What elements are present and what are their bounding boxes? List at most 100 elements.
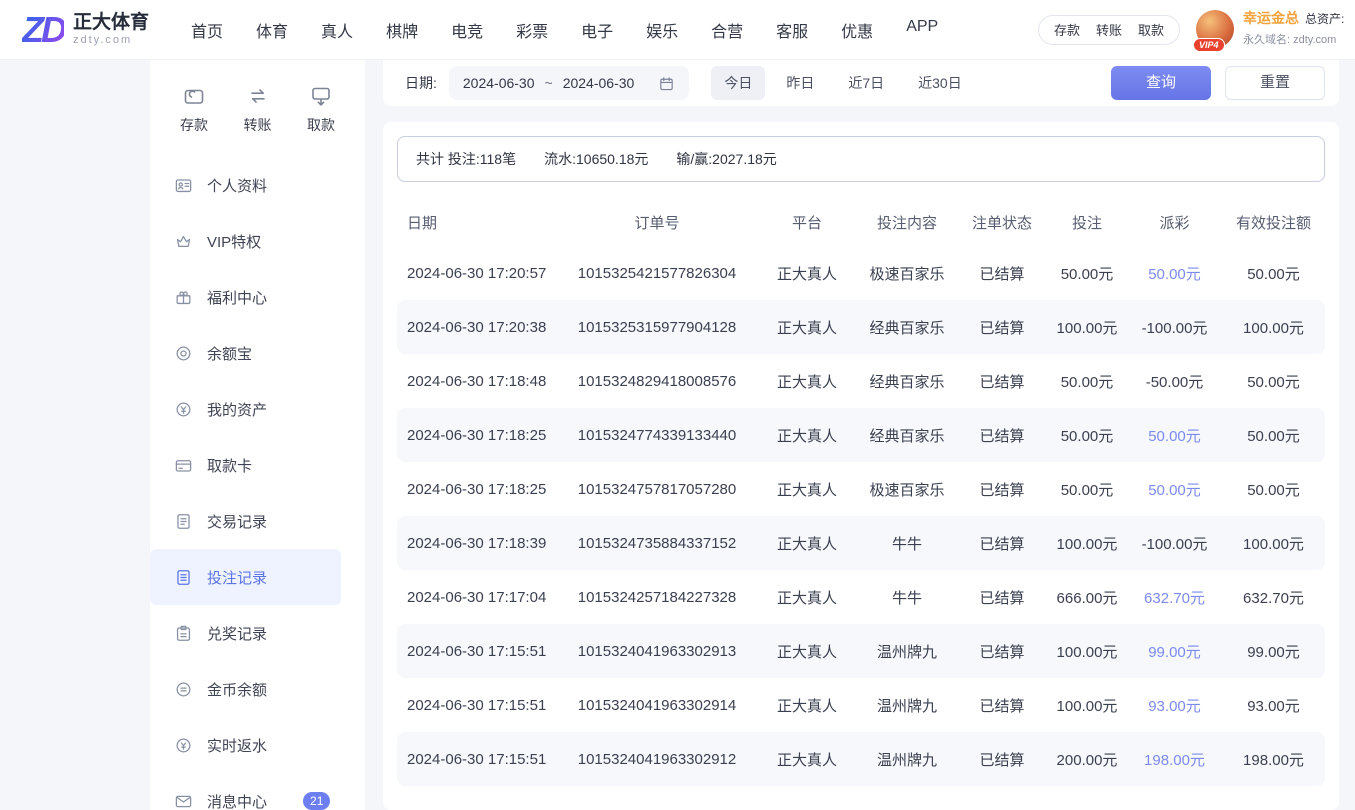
range-today[interactable]: 今日: [711, 66, 765, 100]
table-row: 2024-06-30 17:18:481015324829418008576正大…: [397, 354, 1325, 408]
deposit-button[interactable]: 存款: [1054, 20, 1080, 39]
cell-order: 1015324041963302913: [557, 643, 757, 660]
cell-platform: 正大真人: [757, 533, 857, 554]
sidebar-quick-label: 转账: [244, 115, 272, 135]
cell-order: 1015325315977904128: [557, 319, 757, 336]
cell-status: 已结算: [957, 695, 1047, 716]
cell-bet: 50.00元: [1047, 425, 1127, 446]
table-row: 2024-06-30 17:15:511015324041963302912正大…: [397, 732, 1325, 786]
avatar[interactable]: VIP4: [1196, 10, 1234, 48]
main-nav: 首页 体育 真人 棋牌 电竞 彩票 电子 娱乐 合营 客服 优惠 APP: [191, 18, 938, 42]
sidebar-item-label: 福利中心: [207, 287, 267, 308]
table-row: 2024-06-30 17:18:391015324735884337152正大…: [397, 516, 1325, 570]
brand-logo[interactable]: ZD 正大体育 zdty.com: [22, 9, 149, 51]
cell-status: 已结算: [957, 479, 1047, 500]
column-header: 投注内容: [857, 212, 957, 233]
rebate-icon: [174, 736, 193, 755]
cell-platform: 正大真人: [757, 425, 857, 446]
balance-icon: [174, 344, 193, 363]
transfer-icon: [246, 84, 270, 108]
calendar-icon[interactable]: [658, 75, 675, 92]
cell-date: 2024-06-30 17:18:48: [397, 373, 557, 390]
nav-item-sports[interactable]: 体育: [256, 18, 288, 42]
sidebar-item-welfare[interactable]: 福利中心: [150, 269, 341, 325]
sidebar-item-transactions[interactable]: 交易记录: [150, 493, 341, 549]
sidebar-item-label: 金币余额: [207, 679, 267, 700]
sidebar-item-rebate[interactable]: 实时返水: [150, 717, 341, 773]
transfer-button[interactable]: 转账: [1096, 20, 1122, 39]
user-profile[interactable]: VIP4 幸运金总 总资产: 永久域名: zdty.com: [1196, 9, 1355, 49]
range-last30[interactable]: 近30日: [905, 66, 975, 100]
sidebar-item-messages[interactable]: 消息中心21: [150, 773, 341, 810]
table-header: 日期订单号平台投注内容注单状态投注派彩有效投注额: [397, 198, 1325, 246]
cell-content: 经典百家乐: [857, 371, 957, 392]
sidebar-item-label: 实时返水: [207, 735, 267, 756]
column-header: 有效投注额: [1222, 212, 1325, 233]
withdraw-button[interactable]: 取款: [1138, 20, 1164, 39]
cell-platform: 正大真人: [757, 587, 857, 608]
date-to: 2024-06-30: [563, 75, 635, 91]
cell-valid-bet: 50.00元: [1222, 371, 1325, 392]
cell-valid-bet: 93.00元: [1222, 695, 1325, 716]
cell-order: 1015324735884337152: [557, 535, 757, 552]
nav-item-chess[interactable]: 棋牌: [386, 18, 418, 42]
sidebar-quick-deposit[interactable]: 存款: [180, 84, 208, 135]
cell-platform: 正大真人: [757, 479, 857, 500]
nav-item-entertainment[interactable]: 娱乐: [646, 18, 678, 42]
sidebar-item-profile[interactable]: 个人资料: [150, 157, 341, 213]
nav-item-live[interactable]: 真人: [321, 18, 353, 42]
date-label: 日期:: [405, 73, 437, 93]
table-row: 2024-06-30 17:15:511015324041963302913正大…: [397, 624, 1325, 678]
cell-content: 经典百家乐: [857, 425, 957, 446]
nav-item-lottery[interactable]: 彩票: [516, 18, 548, 42]
sidebar-quick-withdraw[interactable]: 取款: [307, 84, 335, 135]
nav-item-esports[interactable]: 电竞: [451, 18, 483, 42]
date-range-picker[interactable]: 2024-06-30 ~ 2024-06-30: [449, 66, 689, 100]
cell-bet: 200.00元: [1047, 749, 1127, 770]
cell-order: 1015324757817057280: [557, 481, 757, 498]
cell-content: 牛牛: [857, 533, 957, 554]
sidebar-item-withdraw-card[interactable]: 取款卡: [150, 437, 341, 493]
cell-bet: 50.00元: [1047, 371, 1127, 392]
nav-item-slots[interactable]: 电子: [581, 18, 613, 42]
sidebar-quick-transfer[interactable]: 转账: [244, 84, 272, 135]
sidebar-item-label: VIP特权: [207, 231, 261, 252]
cell-content: 极速百家乐: [857, 479, 957, 500]
cell-content: 极速百家乐: [857, 263, 957, 284]
cell-status: 已结算: [957, 587, 1047, 608]
sidebar-item-coin-balance[interactable]: 金币余额: [150, 661, 341, 717]
message-icon: [174, 792, 193, 810]
cell-date: 2024-06-30 17:18:25: [397, 427, 557, 444]
column-header: 注单状态: [957, 212, 1047, 233]
cell-platform: 正大真人: [757, 695, 857, 716]
redeem-icon: [174, 624, 193, 643]
card-icon: [174, 456, 193, 475]
query-button[interactable]: 查询: [1111, 66, 1211, 100]
sidebar-quick-label: 存款: [180, 115, 208, 135]
reset-button[interactable]: 重置: [1225, 66, 1325, 100]
nav-item-service[interactable]: 客服: [776, 18, 808, 42]
range-last7[interactable]: 近7日: [835, 66, 897, 100]
nav-item-promo[interactable]: 优惠: [841, 18, 873, 42]
user-name: 幸运金总: [1243, 9, 1299, 28]
nav-item-partner[interactable]: 合营: [711, 18, 743, 42]
sidebar-item-balance-treasure[interactable]: 余额宝: [150, 325, 341, 381]
nav-item-app[interactable]: APP: [906, 18, 938, 42]
sidebar-item-redeem-records[interactable]: 兑奖记录: [150, 605, 341, 661]
cell-status: 已结算: [957, 425, 1047, 446]
cell-platform: 正大真人: [757, 371, 857, 392]
column-header: 订单号: [557, 212, 757, 233]
cell-payout: 50.00元: [1127, 263, 1222, 284]
nav-item-home[interactable]: 首页: [191, 18, 223, 42]
sidebar-item-assets[interactable]: 我的资产: [150, 381, 341, 437]
sidebar-item-label: 消息中心: [207, 791, 267, 810]
sidebar-item-bet-records[interactable]: 投注记录: [150, 549, 341, 605]
table-row: 2024-06-30 17:20:381015325315977904128正大…: [397, 300, 1325, 354]
cell-date: 2024-06-30 17:17:04: [397, 589, 557, 606]
cell-content: 温州牌九: [857, 641, 957, 662]
cell-date: 2024-06-30 17:15:51: [397, 751, 557, 768]
sidebar-item-vip[interactable]: VIP特权: [150, 213, 341, 269]
range-yesterday[interactable]: 昨日: [773, 66, 827, 100]
cell-payout: 198.00元: [1127, 749, 1222, 770]
logo-mark: ZD: [22, 9, 64, 51]
